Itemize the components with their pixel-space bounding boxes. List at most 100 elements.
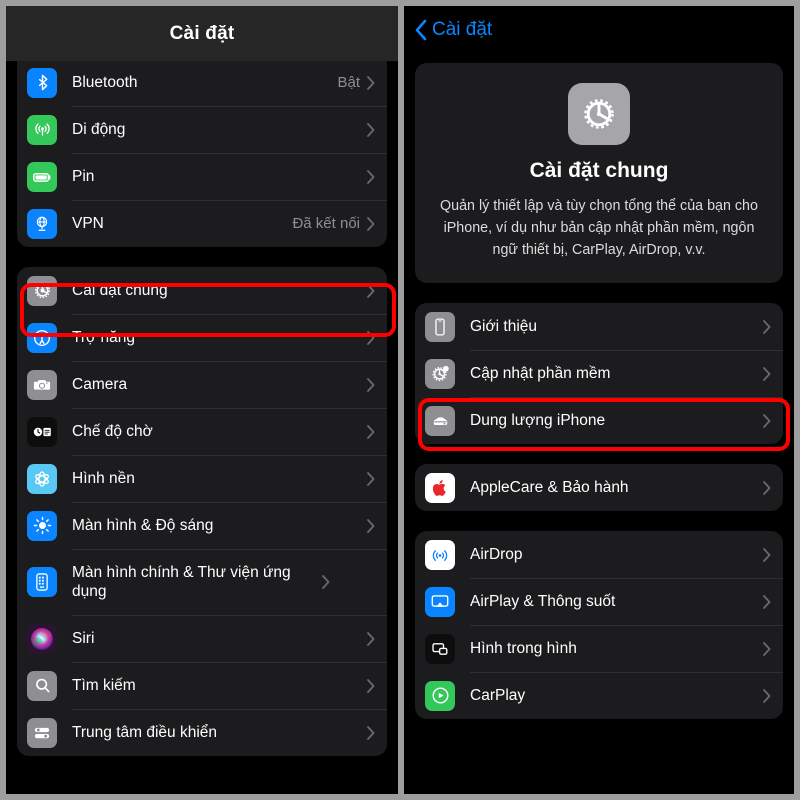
sidebar-item-label: Pin (72, 167, 95, 185)
sidebar-item-search[interactable]: Tìm kiếm (17, 662, 387, 709)
sidebar-item-standby[interactable]: Chế độ chờ (17, 408, 387, 455)
sidebar-item-label: Màn hình chính & Thư viện ứng dụng (72, 563, 291, 600)
battery-icon (27, 161, 57, 192)
chevron-right-icon (763, 414, 771, 428)
sidebar-item-label: Siri (72, 629, 95, 647)
gear-icon (568, 83, 630, 145)
chevron-left-icon (414, 19, 427, 41)
sidebar-item-bluetooth[interactable]: Bluetooth Bật (17, 59, 387, 106)
chevron-right-icon (367, 631, 375, 646)
list-item-picture-in-picture[interactable]: Hình trong hình (415, 625, 783, 672)
connectivity-group: Bluetooth Bật Di động Pin VPN Đã kết nối (17, 59, 387, 247)
vpn-globe-icon (27, 208, 57, 239)
sharing-group: AirDrop AirPlay & Thông suốt Hình trong … (415, 531, 783, 720)
sidebar-item-accessibility[interactable]: Trợ năng (17, 314, 387, 361)
siri-icon (27, 623, 57, 654)
chevron-right-icon (367, 377, 375, 392)
airdrop-icon (425, 539, 455, 570)
list-item-label: Dung lượng iPhone (470, 412, 606, 430)
list-item-airplay[interactable]: AirPlay & Thông suốt (415, 578, 783, 625)
sidebar-item-battery[interactable]: Pin (17, 153, 387, 200)
sidebar-item-home-screen[interactable]: Màn hình chính & Thư viện ứng dụng (17, 549, 387, 615)
carplay-icon (425, 680, 455, 711)
applecare-group: AppleCare & Bảo hành (415, 464, 783, 512)
bluetooth-icon (27, 67, 57, 98)
search-icon (27, 670, 57, 701)
sidebar-item-label: Tìm kiếm (72, 676, 136, 694)
dual-screenshot: Cài đặt Bluetooth Bật Di động Pin VPN Đã… (0, 0, 800, 800)
wallpaper-icon (27, 463, 57, 494)
list-item-label: AppleCare & Bảo hành (470, 479, 629, 497)
sidebar-item-cellular[interactable]: Di động (17, 106, 387, 153)
chevron-right-icon (763, 320, 771, 334)
sidebar-item-label: Cài đặt chung (72, 281, 168, 299)
left-navbar: Cài đặt (6, 6, 398, 61)
control-center-icon (27, 717, 57, 748)
pip-icon (425, 633, 455, 664)
sidebar-item-camera[interactable]: Camera (17, 361, 387, 408)
chevron-right-icon (763, 642, 771, 656)
sidebar-item-label: Di động (72, 120, 126, 138)
list-item-software-update[interactable]: Cập nhật phần mềm (415, 350, 783, 397)
list-item-label: Giới thiệu (470, 318, 538, 336)
sidebar-item-wallpaper[interactable]: Hình nền (17, 455, 387, 502)
general-group: Cài đặt chung Trợ năng Camera Chế độ chờ… (17, 267, 387, 756)
list-item-label: CarPlay (470, 687, 526, 705)
storage-icon (425, 405, 455, 436)
back-button-label: Cài đặt (432, 19, 493, 40)
camera-icon (27, 369, 57, 400)
chevron-right-icon (367, 283, 375, 298)
hero-title: Cài đặt chung (529, 159, 669, 182)
chevron-right-icon (322, 575, 330, 589)
chevron-right-icon (367, 122, 375, 137)
sidebar-item-display-brightness[interactable]: Màn hình & Độ sáng (17, 502, 387, 549)
sidebar-item-value: Bật (337, 74, 360, 91)
sidebar-item-label: Chế độ chờ (72, 422, 153, 440)
sidebar-item-vpn[interactable]: VPN Đã kết nối (17, 200, 387, 247)
brightness-icon (27, 510, 57, 541)
back-button[interactable]: Cài đặt (404, 6, 794, 54)
chevron-right-icon (367, 330, 375, 345)
sidebar-item-label: Trung tâm điều khiển (72, 723, 218, 741)
chevron-right-icon (367, 725, 375, 740)
sidebar-item-siri[interactable]: Siri (17, 615, 387, 662)
page-title: Cài đặt (169, 22, 235, 44)
chevron-right-icon (763, 548, 771, 562)
right-scroll-body[interactable]: Cài đặt chung Quản lý thiết lập và tùy c… (404, 63, 794, 720)
chevron-right-icon (367, 471, 375, 486)
iphone-info-icon (425, 311, 455, 342)
sidebar-item-control-center[interactable]: Trung tâm điều khiển (17, 709, 387, 756)
list-item-applecare[interactable]: AppleCare & Bảo hành (415, 464, 783, 511)
chevron-right-icon (367, 678, 375, 693)
gear-icon (27, 275, 57, 306)
sidebar-item-label: Camera (72, 375, 128, 393)
chevron-right-icon (367, 216, 375, 231)
list-item-label: Hình trong hình (470, 640, 577, 658)
chevron-right-icon (367, 424, 375, 439)
left-scroll-body[interactable]: Bluetooth Bật Di động Pin VPN Đã kết nối… (6, 59, 398, 756)
hero-description: Quản lý thiết lập và tùy chọn tổng thể c… (440, 198, 758, 259)
chevron-right-icon (367, 169, 375, 184)
list-item-label: Cập nhật phần mềm (470, 365, 611, 383)
list-item-airdrop[interactable]: AirDrop (415, 531, 783, 578)
cellular-icon (27, 114, 57, 145)
sidebar-item-general[interactable]: Cài đặt chung (17, 267, 387, 314)
list-item-carplay[interactable]: CarPlay (415, 672, 783, 719)
chevron-right-icon (763, 595, 771, 609)
chevron-right-icon (367, 75, 375, 90)
standby-icon (27, 416, 57, 447)
list-item-label: AirPlay & Thông suốt (470, 593, 616, 611)
list-item-about[interactable]: Giới thiệu (415, 303, 783, 350)
accessibility-icon (27, 322, 57, 353)
general-settings-screen: Cài đặt Cài đặt chung Quản lý thiết lập … (398, 0, 800, 800)
sidebar-item-label: Hình nền (72, 469, 135, 487)
homescreen-icon (27, 567, 57, 597)
list-item-iphone-storage[interactable]: Dung lượng iPhone (415, 397, 783, 444)
sidebar-item-value: Đã kết nối (292, 215, 360, 232)
chevron-right-icon (763, 367, 771, 381)
list-item-label: AirDrop (470, 546, 523, 564)
